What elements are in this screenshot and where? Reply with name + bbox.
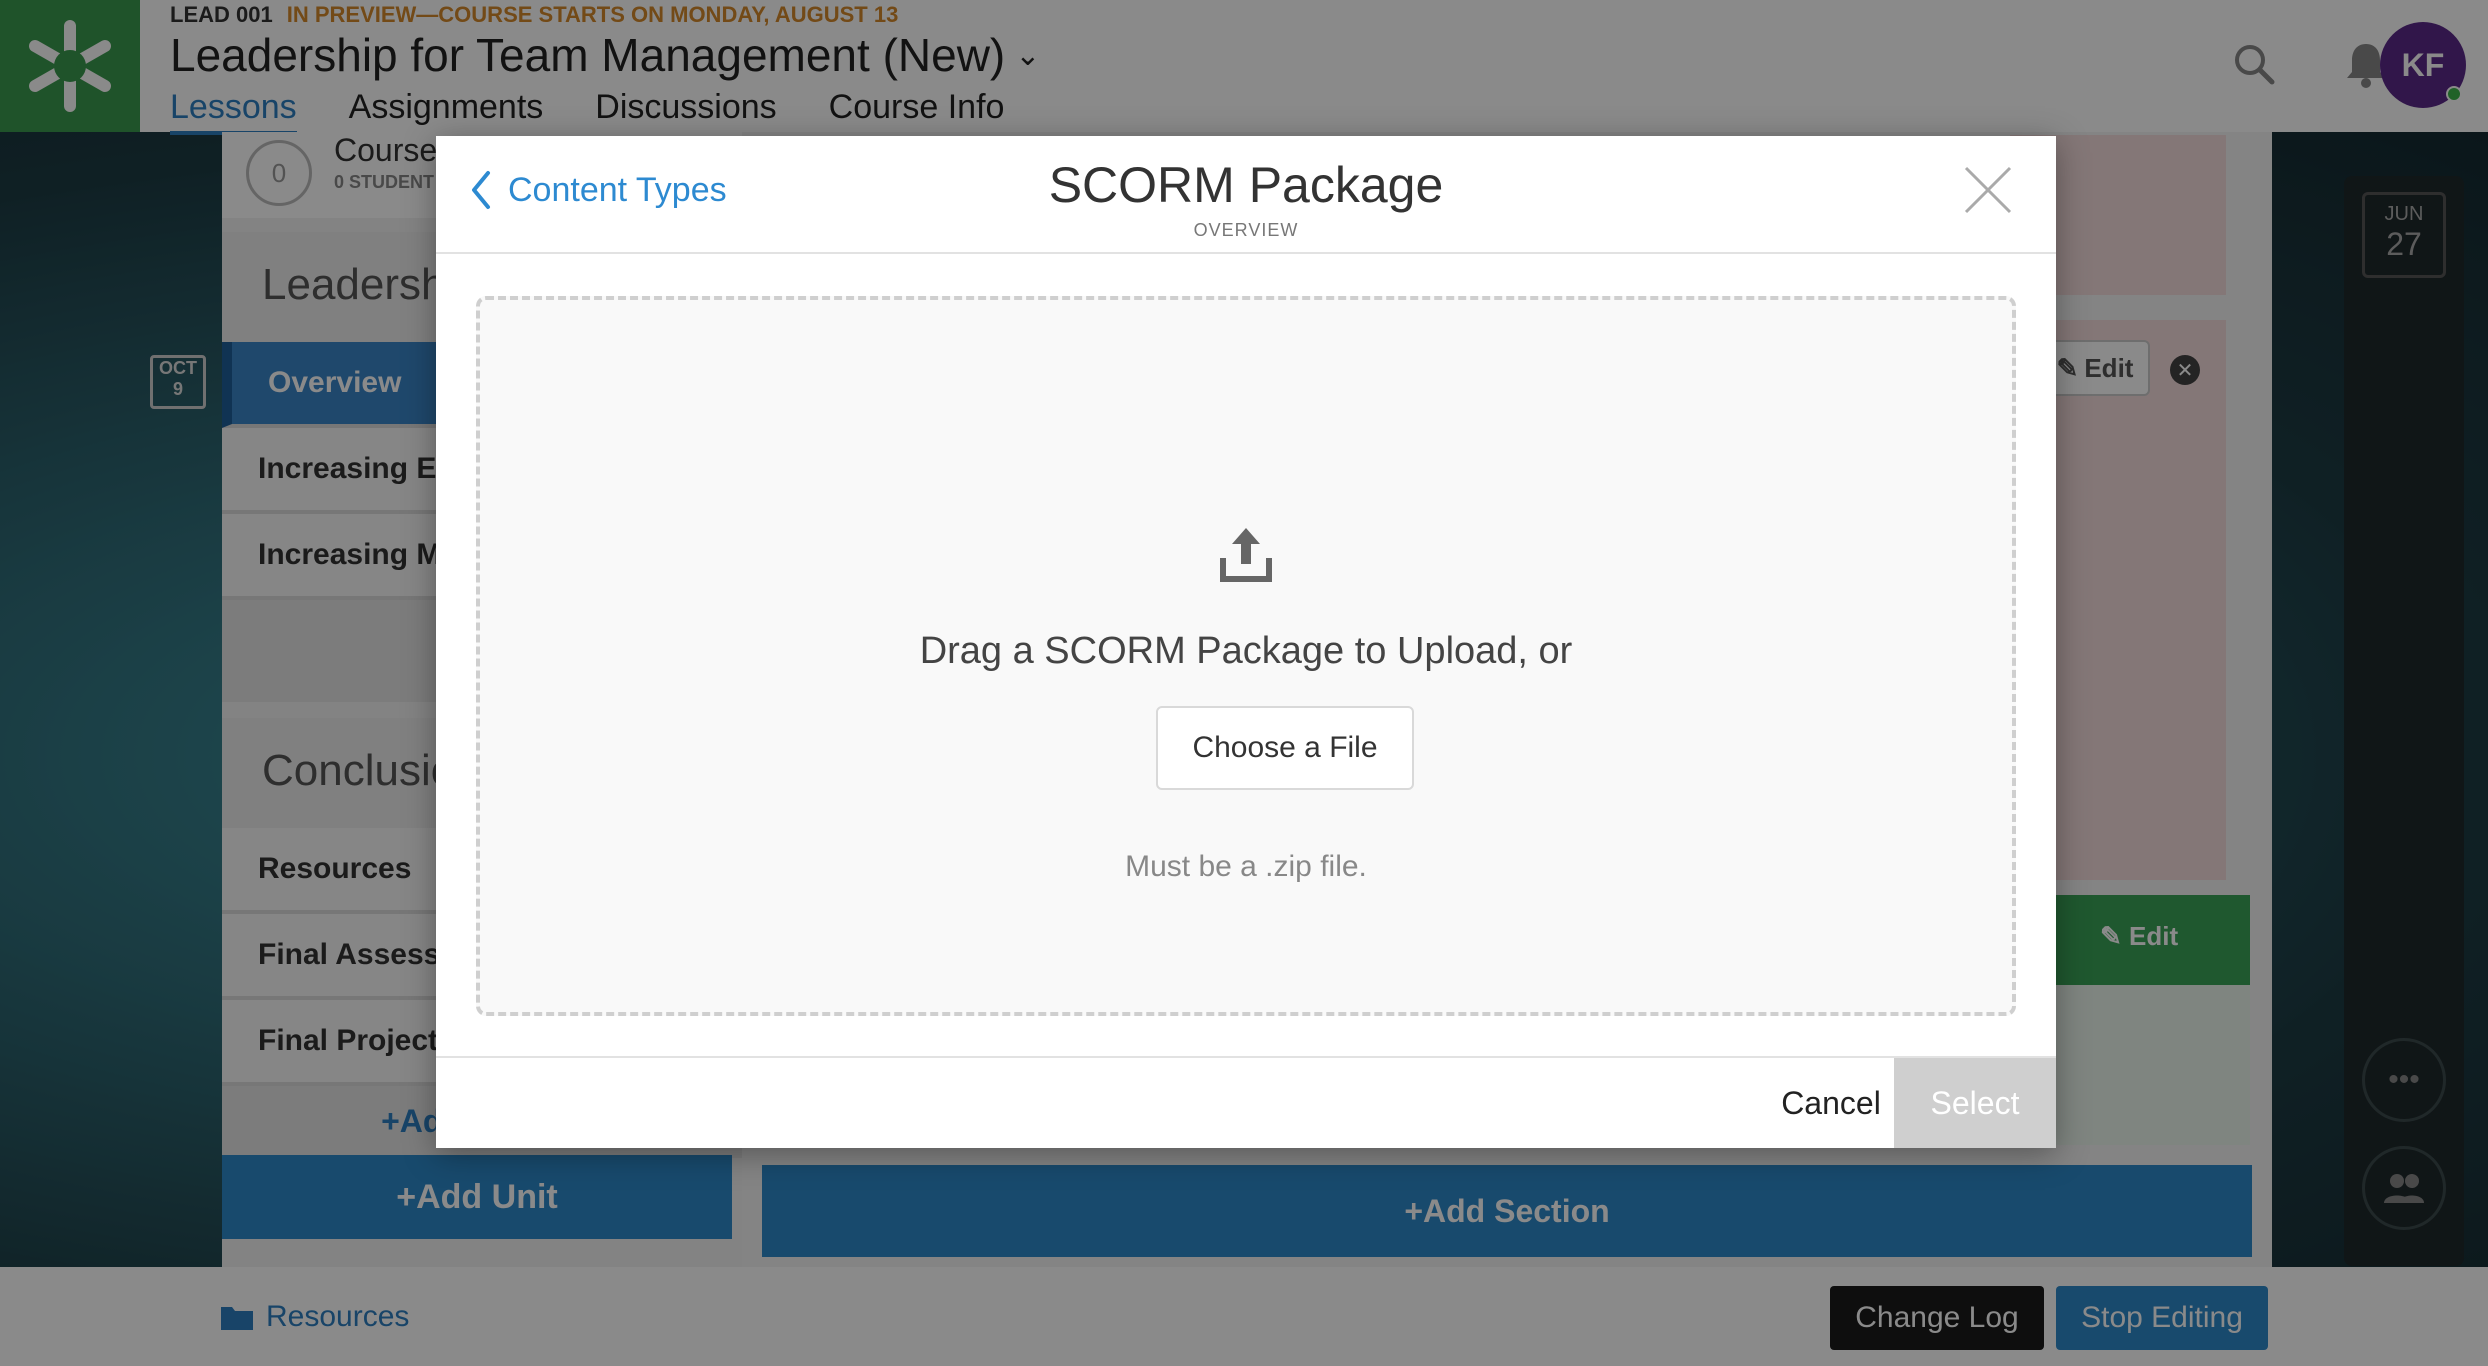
cancel-button[interactable]: Cancel (1756, 1058, 1906, 1148)
modal-footer: Cancel Select (436, 1056, 2056, 1148)
upload-icon (1220, 528, 1272, 582)
choose-file-button[interactable]: Choose a File (1156, 706, 1414, 790)
file-dropzone[interactable]: Drag a SCORM Package to Upload, or Choos… (476, 296, 2016, 1016)
modal-header: Content Types SCORM Package OVERVIEW (436, 136, 2056, 254)
select-button[interactable]: Select (1894, 1058, 2056, 1148)
modal-subtitle: OVERVIEW (1193, 220, 1299, 240)
modal-title: SCORM Package (1048, 157, 1444, 213)
drag-instructions: Drag a SCORM Package to Upload, or (919, 630, 1573, 672)
close-icon[interactable] (1960, 162, 2016, 218)
file-type-hint: Must be a .zip file. (1125, 850, 1367, 883)
scorm-package-modal: Content Types SCORM Package OVERVIEW Dra… (436, 136, 2056, 1148)
